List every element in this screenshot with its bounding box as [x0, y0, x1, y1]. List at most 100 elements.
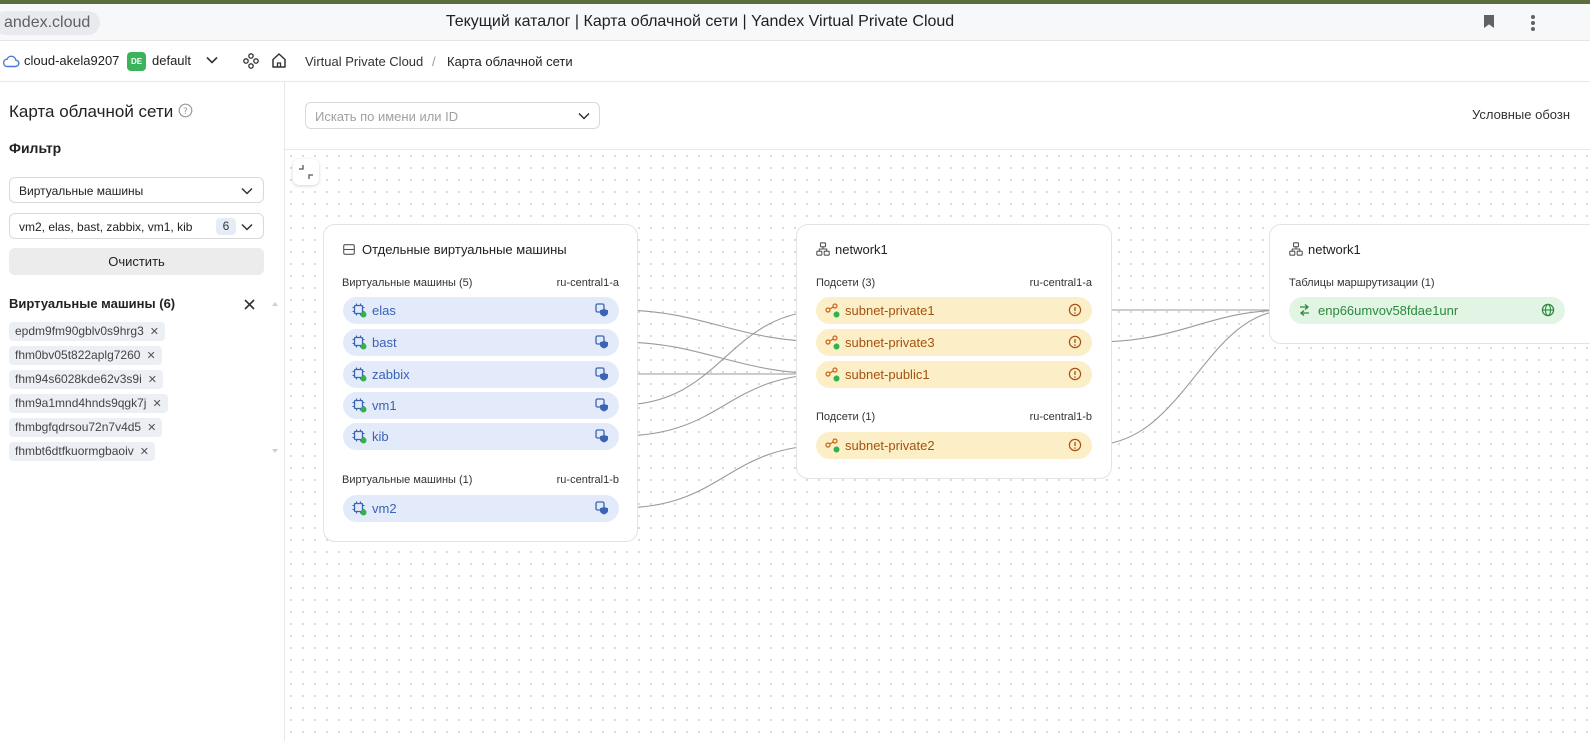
vm-chip-label: fhm0bv05t822aplg7260	[15, 348, 141, 362]
svg-text:?: ?	[183, 107, 188, 117]
subnet-node-label: subnet-private3	[845, 335, 935, 350]
network-icon	[816, 242, 830, 256]
info-icon[interactable]	[1068, 438, 1082, 452]
vm-chip[interactable]: fhm94s6028kde62v3s9i ✕	[9, 370, 163, 389]
help-icon[interactable]: ?	[178, 103, 193, 118]
vm-node-label: vm2	[372, 501, 397, 516]
route-table-icon	[1299, 304, 1310, 316]
subnet-node-public1[interactable]: subnet-public1	[816, 361, 1092, 388]
vm-chip-label: fhmbt6dtfkuormgbaoiv	[15, 444, 134, 458]
vm-icon	[352, 429, 367, 444]
remove-icon[interactable]: ✕	[140, 446, 149, 458]
folder-selector[interactable]: default	[152, 53, 191, 68]
vm-icon	[352, 501, 367, 516]
security-group-icon[interactable]	[595, 335, 609, 349]
subnet-node-private2[interactable]: subnet-private2	[816, 432, 1092, 459]
subnet-zone-b-label: Подсети (1)	[816, 411, 876, 423]
vm-node-zabbix[interactable]: zabbix	[343, 361, 619, 388]
subnet-zone-b: ru-central1-b	[1029, 411, 1092, 423]
cloud-icon	[2, 55, 20, 68]
subnet-icon	[825, 367, 840, 382]
network-icon	[1289, 242, 1303, 256]
network-group-title: network1	[835, 242, 888, 257]
subnet-icon	[825, 303, 840, 318]
vm-chip[interactable]: fhmbgfqdrsou72n7v4d5 ✕	[9, 418, 163, 437]
info-icon[interactable]	[1068, 303, 1082, 317]
subnet-node-label: subnet-public1	[845, 367, 930, 382]
subnet-node-private1[interactable]: subnet-private1	[816, 297, 1092, 324]
subnet-node-label: subnet-private1	[845, 303, 935, 318]
security-group-icon[interactable]	[595, 429, 609, 443]
vm-section-title: Виртуальные машины (6)	[9, 296, 176, 311]
info-icon[interactable]	[1068, 335, 1082, 349]
subnet-node-private3[interactable]: subnet-private3	[816, 329, 1092, 356]
vm-zone-a-label: Виртуальные машины (5)	[342, 277, 473, 289]
filter-sidebar: Карта облачной сети ? Фильтр Виртуальные…	[0, 82, 285, 741]
vm-zone-a: ru-central1-a	[556, 277, 619, 289]
chevron-down-icon[interactable]	[206, 56, 218, 64]
security-group-icon[interactable]	[595, 367, 609, 381]
remove-icon[interactable]: ✕	[152, 398, 161, 410]
breadcrumb-separator: /	[432, 54, 436, 69]
security-group-icon[interactable]	[595, 398, 609, 412]
vm-chip[interactable]: epdm9fm90gblv0s9hrg3 ✕	[9, 322, 165, 341]
selected-count-badge: 6	[216, 218, 236, 235]
subnet-node-label: subnet-private2	[845, 438, 935, 453]
vm-chip-label: fhm94s6028kde62v3s9i	[15, 372, 142, 386]
browser-menu-icon[interactable]	[1531, 15, 1535, 33]
security-group-icon[interactable]	[595, 303, 609, 317]
info-icon[interactable]	[1068, 367, 1082, 381]
vm-chip[interactable]: fhm9a1mnd4hnds9qgk7j ✕	[9, 394, 168, 413]
subnet-icon	[825, 438, 840, 453]
chevron-down-icon	[241, 223, 253, 231]
map-canvas[interactable]: Отдельные виртуальные машины Виртуальные…	[285, 150, 1590, 741]
vm-zone-b: ru-central1-b	[556, 474, 619, 486]
resource-type-select[interactable]: Виртуальные машины	[9, 177, 264, 203]
clear-button[interactable]: Очистить	[9, 248, 264, 275]
subnet-zone-a-label: Подсети (3)	[816, 277, 876, 289]
vm-node-label: elas	[372, 303, 396, 318]
console-header: cloud-akela9207 DE default Virtual Priva…	[0, 41, 1590, 82]
vm-chip[interactable]: fhmbt6dtfkuormgbaoiv ✕	[9, 442, 155, 461]
scroll-down-arrow[interactable]	[272, 449, 278, 453]
route-group-title: network1	[1308, 242, 1361, 257]
search-placeholder: Искать по имени или ID	[315, 109, 459, 124]
chevron-down-icon	[241, 187, 253, 195]
route-group: network1 Таблицы маршрутизации (1)	[1269, 224, 1590, 344]
route-tables-label: Таблицы маршрутизации (1)	[1289, 277, 1435, 289]
subnet-icon	[825, 335, 840, 350]
search-input[interactable]: Искать по имени или ID	[305, 102, 600, 129]
remove-icon[interactable]: ✕	[148, 374, 157, 386]
scroll-up-arrow[interactable]	[272, 302, 278, 306]
cloud-selector[interactable]: cloud-akela9207	[24, 53, 119, 68]
services-icon[interactable]	[243, 53, 259, 69]
home-icon[interactable]	[271, 52, 287, 69]
vm-list-icon	[343, 244, 355, 255]
security-group-icon[interactable]	[595, 501, 609, 515]
vm-chip-label: fhm9a1mnd4hnds9qgk7j	[15, 396, 147, 410]
remove-icon[interactable]: ✕	[150, 326, 159, 338]
bookmark-icon[interactable]	[1484, 15, 1494, 28]
vm-icon	[352, 303, 367, 318]
vm-node-elas[interactable]: elas	[343, 297, 619, 324]
vm-node-vm2[interactable]: vm2	[343, 495, 619, 522]
map-toolbar: Искать по имени или ID Условные обозн	[285, 82, 1590, 150]
breadcrumb-vpc[interactable]: Virtual Private Cloud	[305, 54, 423, 69]
remove-icon[interactable]: ✕	[146, 350, 155, 362]
vm-node-kib[interactable]: kib	[343, 423, 619, 450]
vm-icon	[352, 398, 367, 413]
resource-type-value: Виртуальные машины	[19, 184, 144, 198]
close-icon[interactable]	[244, 299, 255, 310]
vm-chip[interactable]: fhm0bv05t822aplg7260 ✕	[9, 346, 162, 365]
vm-node-vm1[interactable]: vm1	[343, 392, 619, 419]
vm-multiselect[interactable]: vm2, elas, bast, zabbix, vm1, kib 6	[9, 213, 264, 239]
sidebar-title: Карта облачной сети	[9, 102, 174, 121]
vm-chip-label: epdm9fm90gblv0s9hrg3	[15, 324, 144, 338]
vm-node-label: kib	[372, 429, 389, 444]
vm-zone-b-label: Виртуальные машины (1)	[342, 474, 473, 486]
vm-node-bast[interactable]: bast	[343, 329, 619, 356]
vm-group-title: Отдельные виртуальные машины	[362, 242, 567, 257]
route-table-node[interactable]: enp66umvov58fdae1unr	[1289, 297, 1565, 324]
legend-button[interactable]: Условные обозн	[1472, 107, 1570, 122]
remove-icon[interactable]: ✕	[147, 422, 156, 434]
